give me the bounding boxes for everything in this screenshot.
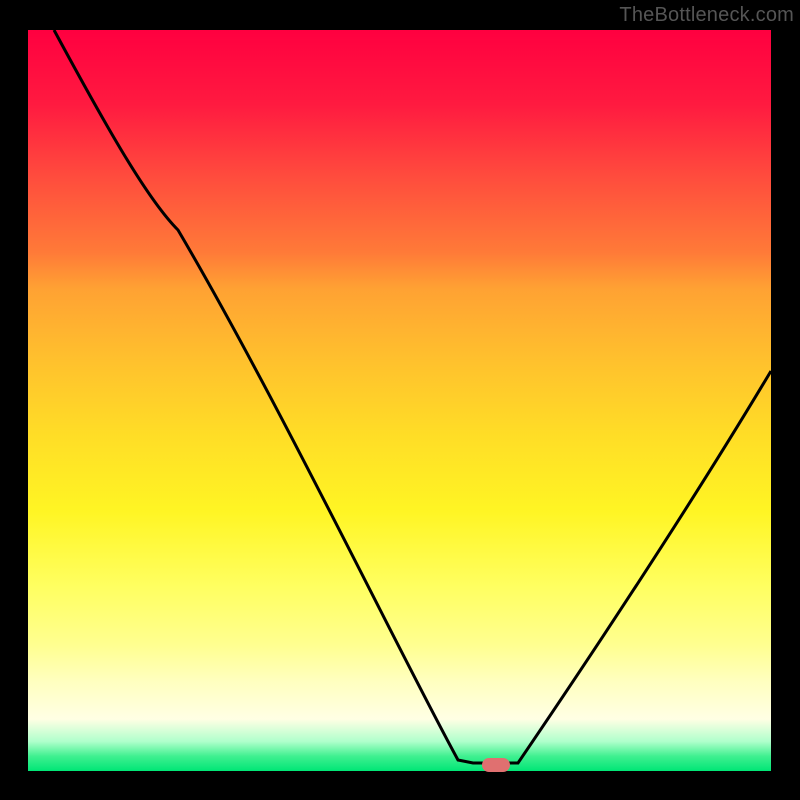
watermark: TheBottleneck.com — [619, 4, 794, 27]
bottleneck-chart: TheBottleneck.com — [0, 0, 800, 800]
optimal-marker — [482, 758, 510, 772]
curve-svg — [28, 30, 771, 771]
bottleneck-curve-path — [54, 30, 771, 763]
plot-area — [26, 28, 773, 773]
